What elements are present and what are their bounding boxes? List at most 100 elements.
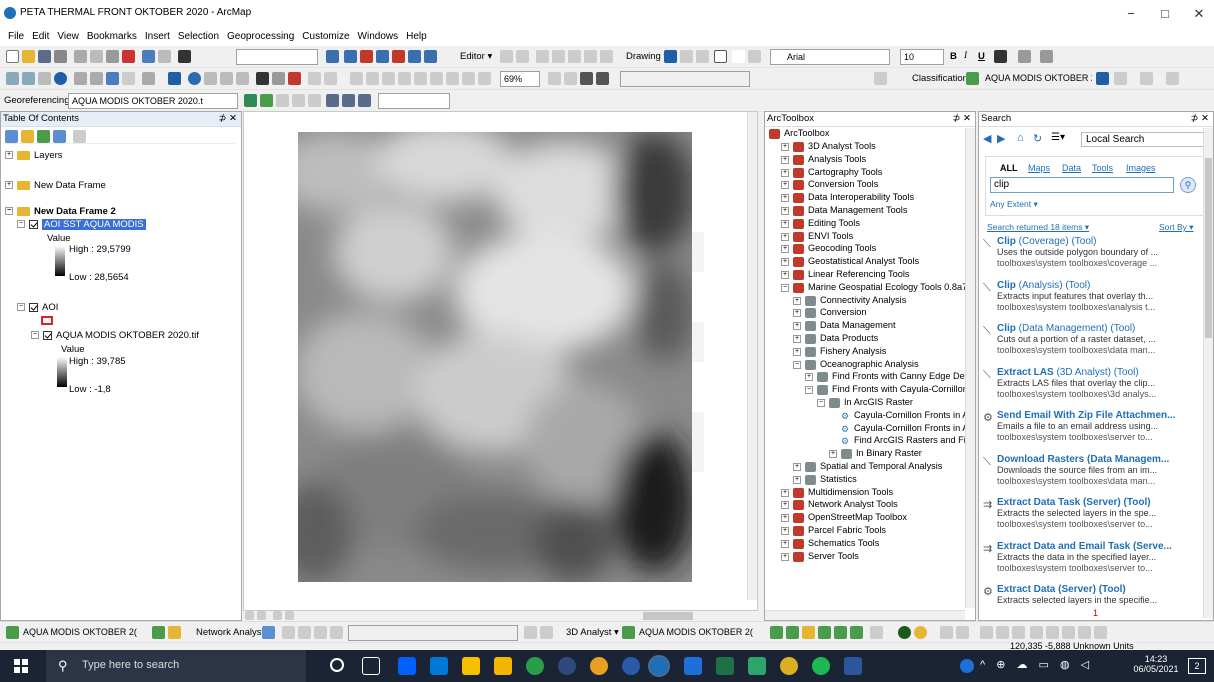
analysis-tool-1-icon[interactable] xyxy=(524,626,537,639)
network-layer-dropdown[interactable] xyxy=(348,625,518,641)
toolbox-item[interactable]: + Schematics Tools xyxy=(781,538,965,549)
shift-icon[interactable] xyxy=(276,94,289,107)
toc-layer-aqua-modis[interactable]: − AQUA MODIS OKTOBER 2020.tif xyxy=(31,330,199,341)
editor-menu[interactable]: Editor ▾ xyxy=(460,51,492,62)
page-tool-2-icon[interactable] xyxy=(564,72,577,85)
tool-a-icon[interactable] xyxy=(940,626,953,639)
toolbox-item[interactable]: + Conversion Tools xyxy=(781,179,965,190)
forward-icon[interactable] xyxy=(122,72,135,85)
menu-edit[interactable]: Edit xyxy=(28,28,53,46)
menu-selection[interactable]: Selection xyxy=(174,28,223,46)
toolset-item[interactable]: − Oceanographic Analysis xyxy=(793,359,965,370)
undo-icon[interactable] xyxy=(142,50,155,63)
arcmap-taskbar-icon[interactable] xyxy=(648,655,670,677)
layout-tool-3-icon[interactable] xyxy=(382,72,395,85)
pan-icon[interactable] xyxy=(38,72,51,85)
classify-training-icon[interactable] xyxy=(1096,72,1109,85)
search-pin-close[interactable]: ⊅ ✕ xyxy=(1190,112,1209,126)
toc-layers-item[interactable]: + Layers xyxy=(5,150,63,161)
menu-insert[interactable]: Insert xyxy=(141,28,174,46)
toolbox-item[interactable]: + Server Tools xyxy=(781,551,965,562)
arctoolbox-icon[interactable] xyxy=(392,50,405,63)
classify-tool-icon[interactable] xyxy=(874,72,887,85)
search-tab-images[interactable]: Images xyxy=(1126,163,1156,173)
page-tool-4-icon[interactable] xyxy=(596,72,609,85)
system-tray-icons[interactable]: ^ ⊕ ☁ ▭ ◍ ◁ xyxy=(980,658,1093,671)
full-extent-icon[interactable] xyxy=(54,72,67,85)
menu-help[interactable]: Help xyxy=(402,28,431,46)
search-result-item[interactable]: Clip (Coverage) (Tool) Uses the outside p… xyxy=(997,236,1202,269)
toc-new-data-frame-2[interactable]: − New Data Frame 2 xyxy=(5,206,116,217)
expand-toggle[interactable]: − xyxy=(805,385,813,394)
search-input[interactable]: clip xyxy=(990,177,1174,193)
italic-button[interactable]: I xyxy=(964,51,967,61)
map-view[interactable] xyxy=(243,111,758,611)
layout-view-icon[interactable] xyxy=(257,611,266,620)
search-tab-maps[interactable]: Maps xyxy=(1028,163,1050,173)
toolbox-item[interactable]: + Geocoding Tools xyxy=(781,243,965,254)
toolset-item[interactable]: + Find Fronts with Canny Edge Detec xyxy=(805,371,965,382)
clock[interactable]: 14:23 06/05/2021 xyxy=(1132,654,1180,674)
expand-toggle[interactable]: + xyxy=(781,180,789,189)
sort-by-dropdown[interactable]: Sort By ▾ xyxy=(1159,222,1194,233)
copy-icon[interactable] xyxy=(90,50,103,63)
tor-icon[interactable] xyxy=(622,657,640,675)
zoom-in-icon[interactable] xyxy=(6,72,19,85)
toolbox-item[interactable]: + Editing Tools xyxy=(781,218,965,229)
toolbox-item[interactable]: + Parcel Fabric Tools xyxy=(781,525,965,536)
select-by-graphics-icon[interactable] xyxy=(142,72,155,85)
layout-tool-6-icon[interactable] xyxy=(430,72,443,85)
swipe-icon[interactable] xyxy=(168,626,181,639)
split-icon[interactable] xyxy=(584,50,597,63)
maximize-button[interactable]: □ xyxy=(1150,4,1180,24)
time-slider-icon[interactable] xyxy=(308,72,321,85)
tool-c-icon[interactable] xyxy=(980,626,993,639)
chrome-icon[interactable] xyxy=(590,657,608,675)
search-tab-tools[interactable]: Tools xyxy=(1092,163,1113,173)
magnifier-icon[interactable] xyxy=(358,94,371,107)
green-app-icon[interactable] xyxy=(748,657,766,675)
excel-icon[interactable] xyxy=(716,657,734,675)
search-tab-all[interactable]: ALL xyxy=(1000,163,1018,173)
new-text-icon[interactable] xyxy=(732,50,745,63)
toolbox-item[interactable]: + Data Management Tools xyxy=(781,205,965,216)
toc-new-data-frame[interactable]: + New Data Frame xyxy=(5,180,106,191)
map-horizontal-scroll-thumb[interactable] xyxy=(643,612,693,620)
profile-icon[interactable] xyxy=(818,626,831,639)
add-control-points-icon[interactable] xyxy=(244,94,257,107)
network-tool-3-icon[interactable] xyxy=(298,626,311,639)
tool-g-icon[interactable] xyxy=(1046,626,1059,639)
expand-toggle[interactable]: + xyxy=(781,232,789,241)
editor-toolbar-icon[interactable] xyxy=(326,50,339,63)
search-result-item[interactable]: Download Rasters (Data Managem... Downloa… xyxy=(997,454,1202,487)
toolset-item[interactable]: − Find Fronts with Cayula-Cornillon S xyxy=(805,384,965,395)
link-table-icon[interactable] xyxy=(326,94,339,107)
page-tool-3-icon[interactable] xyxy=(580,72,593,85)
line-of-sight-icon[interactable] xyxy=(802,626,815,639)
layer-visibility-checkbox[interactable] xyxy=(43,330,52,340)
menu-geoprocessing[interactable]: Geoprocessing xyxy=(223,28,298,46)
find-icon[interactable] xyxy=(256,72,269,85)
network-tool-4-icon[interactable] xyxy=(314,626,327,639)
word-icon[interactable] xyxy=(844,657,862,675)
toolbox-item[interactable]: + Linear Referencing Tools xyxy=(781,269,965,280)
expand-toggle[interactable]: + xyxy=(793,347,801,356)
list-by-drawing-order-icon[interactable] xyxy=(5,130,18,143)
toc-icon[interactable] xyxy=(344,50,357,63)
toc-options-icon[interactable] xyxy=(73,130,86,143)
new-icon[interactable] xyxy=(6,50,19,63)
list-by-visibility-icon[interactable] xyxy=(37,130,50,143)
toolset-item[interactable]: + In Binary Raster xyxy=(829,448,965,459)
histogram-equalize-icon[interactable] xyxy=(152,626,165,639)
zoom-whole-page-icon[interactable] xyxy=(696,50,709,63)
search-result-item[interactable]: Extract Data (Server) (Tool) Extracts sel… xyxy=(997,584,1202,606)
taskbar-search-box[interactable]: ⚲ Type here to search xyxy=(46,650,306,682)
windows-start-icon[interactable] xyxy=(14,659,28,673)
3d-analyst-menu[interactable]: 3D Analyst ▾ xyxy=(566,627,619,638)
trace-icon[interactable] xyxy=(568,50,581,63)
3d-tool-icon[interactable] xyxy=(870,626,883,639)
arctoolbox-root[interactable]: ArcToolbox xyxy=(769,128,829,139)
home-icon[interactable]: ⌂ xyxy=(1017,132,1024,144)
expand-toggle[interactable]: + xyxy=(829,449,837,458)
interpolate-icon[interactable] xyxy=(834,626,847,639)
